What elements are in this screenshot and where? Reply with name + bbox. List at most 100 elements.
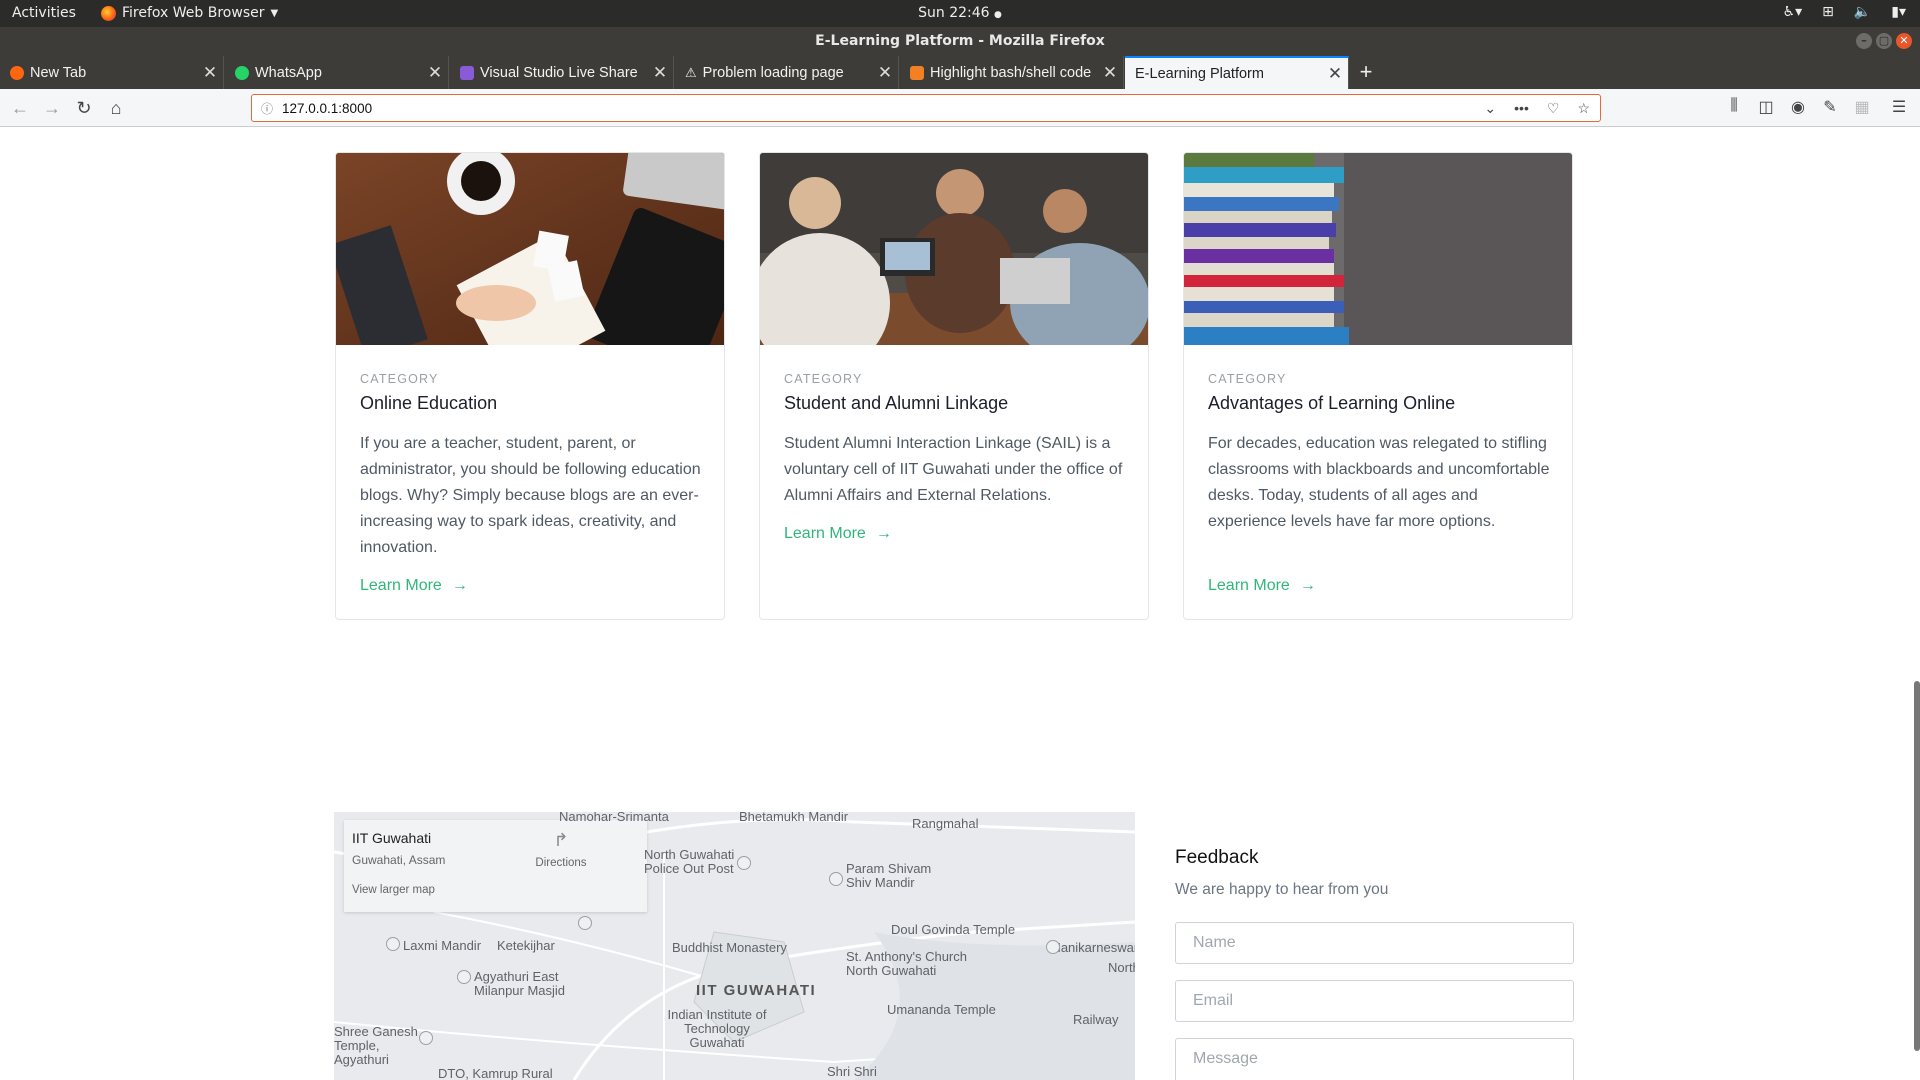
card-title[interactable]: Advantages of Learning Online <box>1208 393 1455 414</box>
feedback-section: Feedback We are happy to hear from you <box>1175 847 1574 899</box>
map-label: Agyathuri East Milanpur Masjid <box>474 969 566 998</box>
sidebar-icon[interactable]: ◫ <box>1755 97 1777 117</box>
app-menu[interactable]: Firefox Web Browser ▼ <box>101 5 278 21</box>
map-label: Shri Shri <box>827 1064 877 1079</box>
arrow-right-icon: → <box>1299 577 1316 594</box>
directions-link[interactable]: Directions <box>528 857 594 869</box>
map-label: Shree Ganesh Temple, Agyathuri <box>334 1024 418 1067</box>
whatsapp-favicon-icon <box>235 65 249 80</box>
map-pin-icon[interactable] <box>737 856 751 870</box>
window-title: E-Learning Platform - Mozilla Firefox <box>815 33 1105 49</box>
map-label: North <box>1108 960 1135 975</box>
url-input[interactable]: 127.0.0.1:8000 <box>282 101 1484 116</box>
learn-more-link[interactable]: Learn More → <box>1208 577 1316 595</box>
tab-label: Highlight bash/shell code <box>930 64 1092 81</box>
tab-whatsapp[interactable]: WhatsApp ✕ <box>225 56 449 89</box>
reload-icon[interactable]: ↻ <box>72 96 96 120</box>
email-field[interactable]: Email <box>1175 980 1574 1022</box>
map-label: IIT GUWAHATI <box>696 982 817 999</box>
close-tab-icon[interactable]: ✕ <box>197 63 223 83</box>
map-place-address: Guwahati, Assam <box>352 853 446 867</box>
bookmark-star-icon[interactable]: ☆ <box>1577 100 1590 117</box>
volume-icon[interactable]: 🔈 <box>1854 4 1871 20</box>
tab-highlight-bash[interactable]: Highlight bash/shell code ✕ <box>900 56 1124 89</box>
menu-icon[interactable]: ☰ <box>1888 97 1910 117</box>
close-tab-icon[interactable]: ✕ <box>1322 64 1348 84</box>
map-pin-icon[interactable] <box>419 1031 433 1045</box>
library-icon[interactable]: ⫼ <box>1723 97 1745 115</box>
arrow-right-icon: → <box>875 525 892 542</box>
close-tab-icon[interactable]: ✕ <box>422 63 448 83</box>
card-title[interactable]: Online Education <box>360 393 497 414</box>
back-icon[interactable]: ← <box>8 96 32 120</box>
accessibility-icon[interactable]: ♿▾ <box>1783 4 1803 20</box>
firefox-favicon-icon <box>10 65 24 80</box>
map-info-card: IIT Guwahati Guwahati, Assam ↱ Direction… <box>344 820 647 912</box>
card-category: CATEGORY <box>1208 372 1287 386</box>
page-scrollbar[interactable] <box>1914 681 1920 1051</box>
tab-problem-loading-page[interactable]: ⚠ Problem loading page ✕ <box>675 56 899 89</box>
app-menu-label: Firefox Web Browser <box>122 5 265 21</box>
map-pin-icon[interactable] <box>457 970 471 984</box>
card-category: CATEGORY <box>360 372 439 386</box>
page-actions-icon[interactable]: ••• <box>1514 100 1529 117</box>
card-body: Student Alumni Interaction Linkage (SAIL… <box>784 435 1123 504</box>
site-info-icon[interactable]: ⓘ <box>252 100 282 117</box>
network-icon[interactable]: ⊞ <box>1822 4 1834 20</box>
account-icon[interactable]: ◉ <box>1787 97 1809 117</box>
tab-label: E-Learning Platform <box>1135 65 1264 82</box>
extension-disabled-icon[interactable]: ▦ <box>1851 97 1873 117</box>
learn-more-label: Learn More <box>1208 577 1290 594</box>
caret-down-icon: ▼ <box>270 7 279 19</box>
clock[interactable]: Sun 22:46 <box>918 5 989 21</box>
close-tab-icon[interactable]: ✕ <box>1097 63 1123 83</box>
window-titlebar: E-Learning Platform - Mozilla Firefox – … <box>0 27 1920 56</box>
blog-card: CATEGORY Student and Alumni Linkage Stud… <box>759 152 1149 620</box>
learn-more-link[interactable]: Learn More → <box>360 577 468 595</box>
map-label: Indian Institute of Technology Guwahati <box>667 1007 767 1050</box>
minimize-icon[interactable]: – <box>1856 33 1872 49</box>
card-category: CATEGORY <box>784 372 863 386</box>
card-image-students <box>760 153 1148 345</box>
map-label: Buddhist Monastery <box>672 940 787 955</box>
tab-e-learning-platform[interactable]: E-Learning Platform ✕ <box>1125 56 1349 89</box>
map-label: Umananda Temple <box>887 1002 996 1017</box>
map-label: Namohar-Srimanta <box>559 812 669 824</box>
tab-label: WhatsApp <box>255 64 322 81</box>
card-body: If you are a teacher, student, parent, o… <box>360 435 701 556</box>
map-label: Laxmi Mandir <box>403 938 482 953</box>
tab-label: New Tab <box>30 64 87 81</box>
activities-button[interactable]: Activities <box>12 5 76 21</box>
url-bar[interactable]: ⓘ 127.0.0.1:8000 ⌄ ••• ♡ ☆ <box>251 94 1601 122</box>
maximize-icon[interactable]: ▢ <box>1876 33 1892 49</box>
tab-new-tab[interactable]: New Tab ✕ <box>0 56 224 89</box>
pocket-icon[interactable]: ♡ <box>1547 100 1560 117</box>
battery-icon[interactable]: ▮▾ <box>1891 4 1906 20</box>
card-image-desk <box>336 153 724 345</box>
close-tab-icon[interactable]: ✕ <box>647 63 673 83</box>
view-larger-map-link[interactable]: View larger map <box>352 884 435 896</box>
visual-studio-favicon-icon <box>460 65 474 80</box>
map-label: Rangmahal <box>912 816 979 831</box>
page-content: CATEGORY Online Education If you are a t… <box>0 127 1920 1080</box>
map-pin-icon[interactable] <box>1046 940 1060 954</box>
message-field[interactable]: Message <box>1175 1038 1574 1080</box>
embedded-map[interactable]: IIT Guwahati Guwahati, Assam ↱ Direction… <box>334 812 1135 1080</box>
close-tab-icon[interactable]: ✕ <box>872 63 898 83</box>
extension-icon[interactable]: ✎ <box>1819 97 1841 117</box>
blog-card: CATEGORY Online Education If you are a t… <box>335 152 725 620</box>
forward-icon[interactable]: → <box>40 96 64 120</box>
map-pin-icon[interactable] <box>386 937 400 951</box>
directions-icon[interactable]: ↱ <box>530 830 592 851</box>
firefox-icon <box>101 5 116 21</box>
map-pin-icon[interactable] <box>578 916 592 930</box>
tab-visual-studio-live-share[interactable]: Visual Studio Live Share ✕ <box>450 56 674 89</box>
close-window-icon[interactable]: ✕ <box>1896 33 1912 49</box>
learn-more-link[interactable]: Learn More → <box>784 525 892 543</box>
chevron-down-icon[interactable]: ⌄ <box>1484 100 1496 117</box>
new-tab-button[interactable]: + <box>1354 60 1378 84</box>
card-title[interactable]: Student and Alumni Linkage <box>784 393 1008 414</box>
home-icon[interactable]: ⌂ <box>104 96 128 120</box>
map-pin-icon[interactable] <box>829 872 843 886</box>
name-field[interactable]: Name <box>1175 922 1574 964</box>
